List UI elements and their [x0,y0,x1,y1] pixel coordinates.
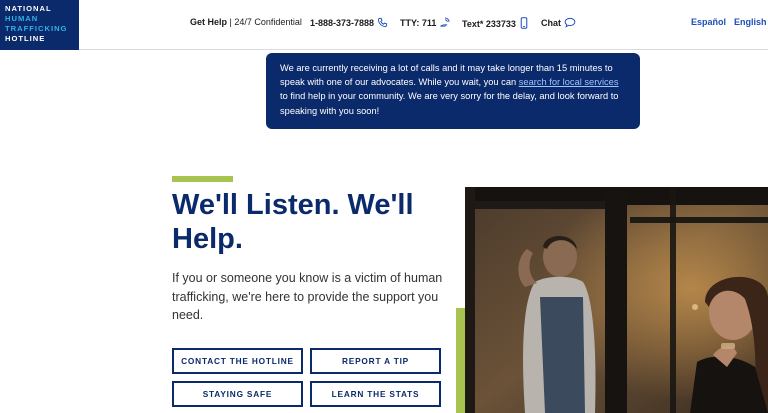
chat-text: Chat [541,18,561,28]
learn-stats-button[interactable]: LEARN THE STATS [310,381,441,407]
site-header: NATIONAL HUMAN TRAFFICKING HOTLINE Get H… [0,0,768,50]
logo-line-human: HUMAN [5,14,39,23]
headline-accent-bar [172,176,233,182]
hero-photo [465,187,768,413]
language-spanish[interactable]: Español [691,17,726,27]
tty-text: TTY: 711 [400,18,437,28]
hotline-logo[interactable]: NATIONAL HUMAN TRAFFICKING HOTLINE [0,0,79,50]
notice-text-after: to find help in your community. We are v… [280,91,619,116]
get-help-text: Get Help [190,17,228,27]
staying-safe-button[interactable]: STAYING SAFE [172,381,303,407]
text-number: Text* 233733 [462,19,516,29]
contact-hotline-button[interactable]: CONTACT THE HOTLINE [172,348,303,374]
tty-icon [440,17,450,27]
text-link[interactable]: Text* 233733 [462,17,529,29]
mobile-phone-icon [520,17,528,29]
tty-link[interactable]: TTY: 711 [400,17,451,28]
report-tip-button[interactable]: REPORT A TIP [310,348,441,374]
get-help-label: Get Help | 24/7 Confidential [190,17,302,27]
hero-photo-illustration [465,187,768,413]
logo-line-national: NATIONAL [5,4,52,13]
phone-link[interactable]: 1-888-373-7888 [310,17,388,28]
chat-link[interactable]: Chat [541,17,576,28]
hero-lede: If you or someone you know is a victim o… [172,271,443,322]
wait-time-notice: We are currently receiving a lot of call… [266,53,640,129]
chat-bubble-icon [564,17,576,28]
confidential-text: 24/7 Confidential [234,17,302,27]
phone-number: 1-888-373-7888 [310,18,375,28]
search-local-services-link[interactable]: search for local services [519,77,619,87]
photo-accent-bar [456,308,465,413]
logo-line-hotline: HOTLINE [5,34,46,43]
phone-icon [377,17,388,28]
language-english[interactable]: English [734,17,767,27]
logo-line-trafficking: TRAFFICKING [5,24,68,33]
hero-headline: We'll Listen. We'll Help. [172,189,414,255]
